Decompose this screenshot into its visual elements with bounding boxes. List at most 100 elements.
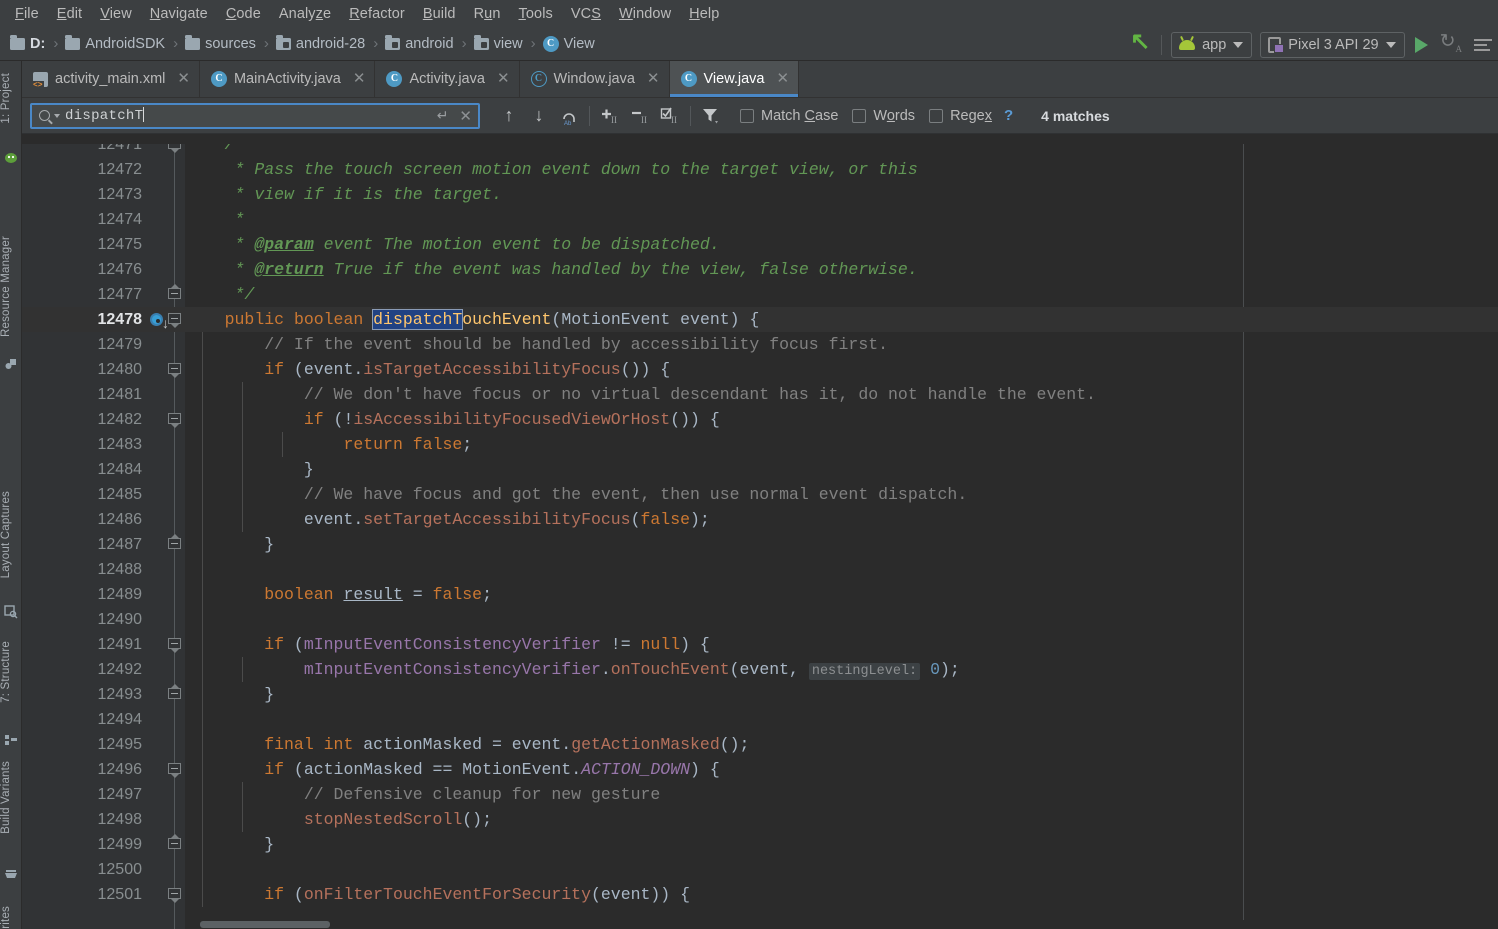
code-line[interactable]: 12486 event.setTargetAccessibilityFocus(… <box>22 507 1498 532</box>
menu-vcs[interactable]: VCS <box>562 3 610 25</box>
breadcrumb-item-androidsdk[interactable]: AndroidSDK <box>65 35 165 52</box>
select-occurrences-icon[interactable]: II <box>655 101 685 131</box>
code-line[interactable]: 12493 } <box>22 682 1498 707</box>
breadcrumb-item-d[interactable]: D: <box>10 35 45 52</box>
fold-end-icon[interactable] <box>168 834 182 852</box>
code-line[interactable]: 12487 } <box>22 532 1498 557</box>
menu-window[interactable]: Window <box>610 3 680 25</box>
menu-tools[interactable]: Tools <box>510 3 562 25</box>
fold-start-icon[interactable] <box>168 313 182 328</box>
close-icon[interactable]: ✕ <box>777 71 790 86</box>
regex-help-icon[interactable]: ? <box>1004 107 1013 124</box>
code-editor[interactable]: 12471 /** 12472 * Pass the touch screen m… <box>22 134 1498 929</box>
override-method-icon[interactable]: ↓ <box>150 311 170 331</box>
code-line[interactable]: 12476 * @return True if the event was ha… <box>22 257 1498 282</box>
fold-end-icon[interactable] <box>168 684 182 702</box>
code-line[interactable]: 12499 } <box>22 832 1498 857</box>
filter-icon[interactable] <box>696 101 726 131</box>
breadcrumb-item-android[interactable]: android <box>385 35 454 52</box>
remove-selection-icon[interactable]: II <box>625 101 655 131</box>
find-previous-button[interactable]: ↑ <box>494 101 524 131</box>
code-line[interactable]: 12497 // Defensive cleanup for new gestu… <box>22 782 1498 807</box>
tool-window-1--project[interactable]: 1: Project <box>0 73 22 124</box>
match-case-checkbox[interactable]: Match Case <box>740 108 838 124</box>
menu-analyze[interactable]: Analyze <box>270 3 340 25</box>
close-icon[interactable]: ✕ <box>647 71 660 86</box>
editor-tab-mainactivity-java[interactable]: C MainActivity.java ✕ <box>200 61 376 97</box>
menu-help[interactable]: Help <box>680 3 728 25</box>
tool-window-2--favorites[interactable]: 2: Favorites <box>0 906 22 929</box>
fold-start-icon[interactable] <box>168 638 182 653</box>
close-icon[interactable]: ✕ <box>177 71 190 86</box>
menu-refactor[interactable]: Refactor <box>340 3 414 25</box>
code-line[interactable]: 12498 stopNestedScroll(); <box>22 807 1498 832</box>
breadcrumb-item-view[interactable]: view <box>473 35 523 52</box>
select-all-occurrences-icon[interactable]: Ab <box>554 101 584 131</box>
code-line[interactable]: 12477 */ <box>22 282 1498 307</box>
fold-end-icon[interactable] <box>168 534 182 552</box>
breadcrumb-item-sources[interactable]: sources <box>185 35 256 52</box>
code-line[interactable]: 12492 mInputEventConsistencyVerifier.onT… <box>22 657 1498 682</box>
device-selector[interactable]: Pixel 3 API 29 <box>1260 32 1405 58</box>
menu-file[interactable]: File <box>6 3 48 25</box>
add-selection-icon[interactable]: II <box>595 101 625 131</box>
code-line[interactable]: 12491 if (mInputEventConsistencyVerifier… <box>22 632 1498 657</box>
menu-edit[interactable]: Edit <box>48 3 91 25</box>
breadcrumb-item-android28[interactable]: android-28 <box>275 35 365 52</box>
tool-window-build-variants[interactable]: Build Variants <box>0 761 22 834</box>
fold-start-icon[interactable] <box>168 363 182 378</box>
code-line[interactable]: 12500 <box>22 857 1498 882</box>
search-input[interactable]: dispatchT ↵ ✕ <box>30 102 480 129</box>
fold-start-icon[interactable] <box>168 413 182 428</box>
code-line[interactable]: 12489 boolean result = false; <box>22 582 1498 607</box>
close-icon[interactable]: ✕ <box>497 71 510 86</box>
editor-tab-activity-java[interactable]: C Activity.java ✕ <box>375 61 520 97</box>
code-line[interactable]: 12474 * <box>22 207 1498 232</box>
code-line[interactable]: 12496 if (actionMasked == MotionEvent.AC… <box>22 757 1498 782</box>
regex-checkbox[interactable]: Regex <box>929 108 992 124</box>
scrollbar-thumb[interactable] <box>200 921 330 928</box>
run-with-coverage-icon[interactable]: ↻A <box>1440 32 1462 59</box>
menu-code[interactable]: Code <box>217 3 270 25</box>
code-line[interactable]: 12472 * Pass the touch screen motion eve… <box>22 157 1498 182</box>
code-line[interactable]: 12479 // If the event should be handled … <box>22 332 1498 357</box>
code-line[interactable]: 12480 if (event.isTargetAccessibilityFoc… <box>22 357 1498 382</box>
editor-tab-window-java[interactable]: C Window.java ✕ <box>520 61 670 97</box>
more-actions-icon[interactable] <box>1474 38 1492 52</box>
code-line[interactable]: 12484 } <box>22 457 1498 482</box>
breadcrumb-item-view[interactable]: C View <box>542 36 595 52</box>
clear-search-icon[interactable]: ✕ <box>453 107 472 125</box>
code-line[interactable]: 12482 if (!isAccessibilityFocusedViewOrH… <box>22 407 1498 432</box>
code-line[interactable]: 12501 if (onFilterTouchEventForSecurity(… <box>22 882 1498 907</box>
menu-navigate[interactable]: Navigate <box>141 3 217 25</box>
menu-run[interactable]: Run <box>465 3 510 25</box>
code-line[interactable]: 12488 <box>22 557 1498 582</box>
horizontal-scrollbar[interactable] <box>185 920 1498 929</box>
run-configuration-selector[interactable]: app <box>1171 32 1253 58</box>
code-line[interactable]: 12478 public boolean dispatchTouchEvent(… <box>22 307 1498 332</box>
code-line[interactable]: 12475 * @param event The motion event to… <box>22 232 1498 257</box>
fold-start-icon[interactable] <box>168 763 182 778</box>
code-line[interactable]: 12483 return false; <box>22 432 1498 457</box>
chevron-down-icon[interactable] <box>54 113 60 118</box>
menu-build[interactable]: Build <box>414 3 465 25</box>
tool-window-layout-captures[interactable]: Layout Captures <box>0 491 22 578</box>
tool-window-resource-manager[interactable]: Resource Manager <box>0 236 22 337</box>
code-line[interactable]: 12490 <box>22 607 1498 632</box>
editor-tab-view-java[interactable]: C View.java ✕ <box>669 61 800 97</box>
code-line[interactable]: 12485 // We have focus and got the event… <box>22 482 1498 507</box>
editor-tab-activity-main-xml[interactable]: activity_main.xml ✕ <box>22 61 200 97</box>
fold-end-icon[interactable] <box>168 284 182 302</box>
code-line[interactable]: 12495 final int actionMasked = event.get… <box>22 732 1498 757</box>
code-line[interactable]: 12473 * view if it is the target. <box>22 182 1498 207</box>
jump-to-source-icon[interactable] <box>1130 32 1152 56</box>
fold-start-icon[interactable] <box>168 888 182 903</box>
close-icon[interactable]: ✕ <box>353 71 366 86</box>
code-line[interactable]: 12481 // We don't have focus or no virtu… <box>22 382 1498 407</box>
tool-window-7--structure[interactable]: 7: Structure <box>0 641 22 703</box>
find-next-button[interactable]: ↓ <box>524 101 554 131</box>
menu-view[interactable]: View <box>91 3 141 25</box>
words-checkbox[interactable]: Words <box>852 108 915 124</box>
run-button[interactable] <box>1414 37 1428 53</box>
enter-icon[interactable]: ↵ <box>437 107 449 124</box>
